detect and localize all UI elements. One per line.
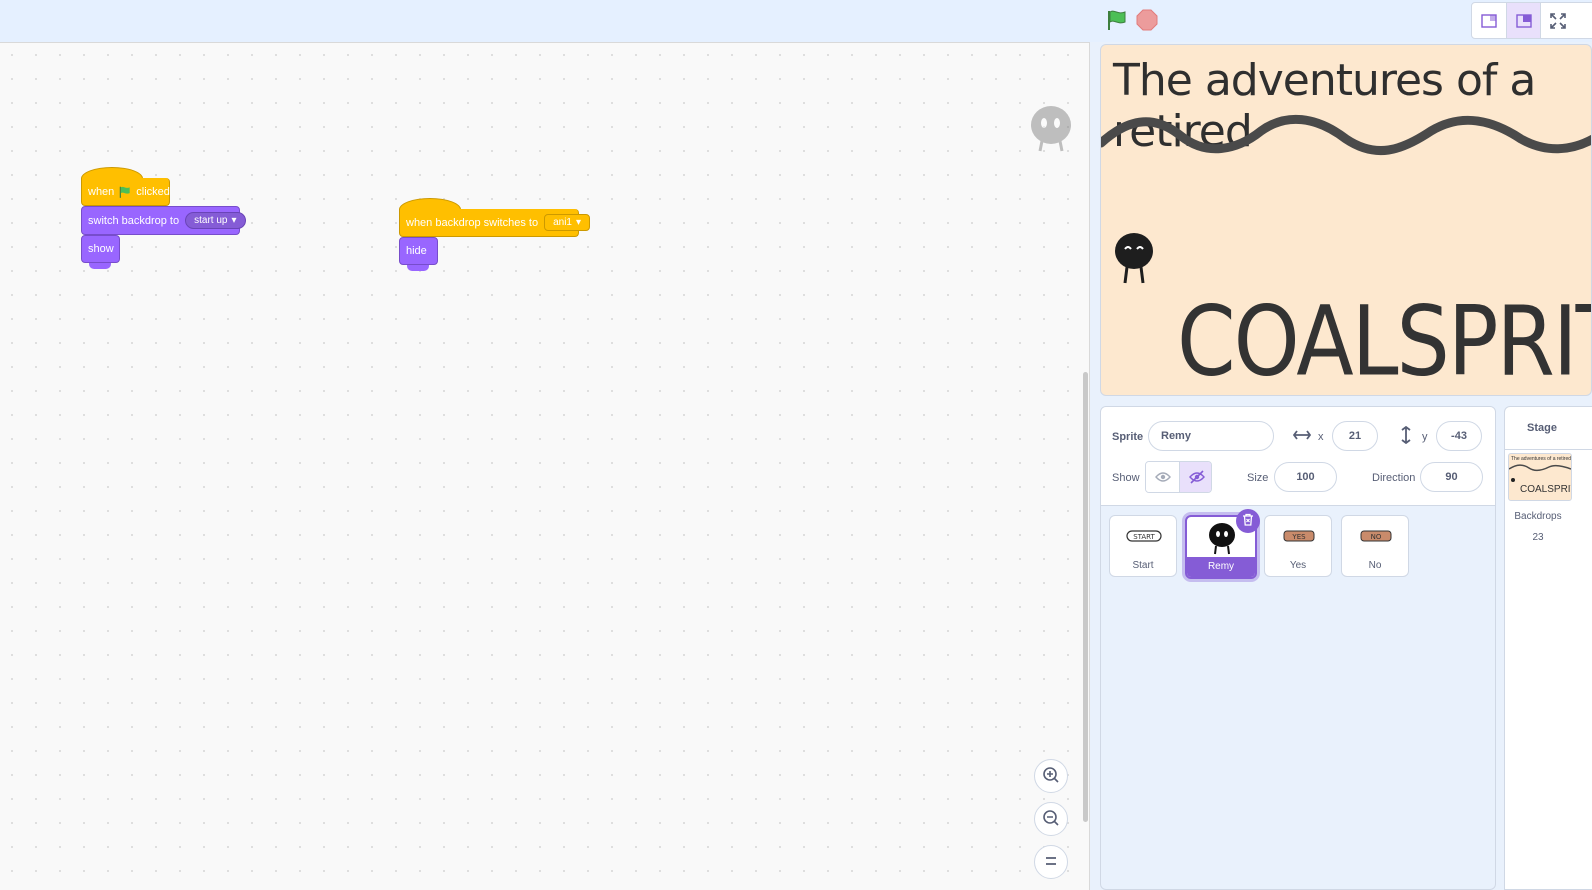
sprite-properties: Sprite Remy x 21 y -43 Show Size 100 Dir…: [1101, 407, 1495, 506]
y-label: y: [1422, 431, 1428, 443]
code-area[interactable]: when clicked switch backdrop to start up…: [0, 42, 1090, 890]
start-thumbnail-icon: START: [1126, 530, 1162, 542]
x-arrows-icon: [1292, 428, 1312, 445]
switch-backdrop-block[interactable]: switch backdrop to start up ▾: [81, 206, 246, 235]
stage-thumbnail-big-text: COALSPRITE: [1520, 484, 1571, 495]
svg-text:NO: NO: [1371, 533, 1382, 541]
sprite-tile-no[interactable]: NO No: [1341, 515, 1409, 577]
svg-text:START: START: [1133, 533, 1155, 541]
backdrop-dropdown[interactable]: start up ▾: [185, 212, 246, 229]
stage-thumbnail-title: The adventures of a retired: [1511, 456, 1572, 462]
yes-thumbnail-icon: YES: [1283, 530, 1315, 542]
zoom-out-button[interactable]: [1034, 802, 1068, 836]
stop-icon[interactable]: [1135, 8, 1159, 32]
sprite-watermark-icon: [1028, 103, 1074, 153]
zoom-in-button[interactable]: [1034, 759, 1068, 793]
stage-layout-toggle: [1471, 2, 1592, 39]
when-flag-clicked-block[interactable]: when clicked: [81, 178, 170, 206]
stage-big-text: COALSPRITE: [1177, 285, 1591, 396]
chevron-down-icon: ▾: [231, 215, 237, 226]
sprite-tile-label: No: [1368, 560, 1382, 571]
show-text: show: [88, 243, 114, 255]
when-backdrop-switches-block[interactable]: when backdrop switches to ani1 ▾: [399, 209, 591, 237]
hat-when-text: when: [88, 185, 115, 198]
direction-input[interactable]: 90: [1420, 462, 1483, 492]
size-input[interactable]: 100: [1274, 462, 1337, 492]
sprite-info-panel: Sprite Remy x 21 y -43 Show Size 100 Dir…: [1100, 406, 1496, 890]
eye-hidden-icon[interactable]: [1179, 462, 1211, 492]
sprite-tile-label: Remy: [1187, 557, 1255, 577]
top-toolbar: [0, 0, 1592, 42]
delete-sprite-button[interactable]: [1236, 509, 1260, 533]
sprite-tile-start[interactable]: START Start: [1109, 515, 1177, 577]
backdrop-switches-text: when backdrop switches to: [406, 216, 539, 229]
stage-selector-title: Stage: [1527, 422, 1557, 434]
stage-selector[interactable]: Stage The adventures of a retired COALSP…: [1504, 406, 1592, 890]
sprite-tile-label: Yes: [1289, 560, 1307, 571]
zoom-in-icon: [1042, 766, 1060, 787]
sprite-name-input[interactable]: Remy: [1148, 421, 1274, 451]
remy-thumbnail-icon: [1209, 523, 1235, 555]
y-arrows-icon: [1399, 425, 1413, 447]
sprite-tile-yes[interactable]: YES Yes: [1264, 515, 1332, 577]
backdrop-switches-value: ani1: [553, 217, 572, 228]
backdrops-label: Backdrops: [1514, 511, 1562, 522]
size-label: Size: [1247, 472, 1269, 484]
stage-wave-decoration: [1101, 114, 1591, 156]
direction-label: Direction: [1372, 472, 1416, 484]
no-thumbnail-icon: NO: [1360, 530, 1392, 542]
show-block[interactable]: show: [81, 235, 120, 263]
zoom-reset-icon: [1043, 855, 1059, 870]
sprite-tile-label: Start: [1132, 560, 1154, 571]
backdrops-count: 23: [1532, 532, 1544, 543]
trash-icon: [1242, 513, 1254, 529]
y-input[interactable]: -43: [1436, 421, 1482, 451]
green-flag-icon: [118, 185, 132, 199]
small-stage-icon[interactable]: [1472, 3, 1506, 38]
zoom-reset-button[interactable]: [1034, 845, 1068, 879]
sprite-label: Sprite: [1112, 431, 1144, 443]
eye-icon[interactable]: [1146, 462, 1179, 492]
normal-stage-icon[interactable]: [1506, 3, 1541, 38]
backdrop-dropdown-value: start up: [194, 215, 228, 226]
visibility-toggle: [1145, 461, 1212, 493]
stage-thumbnail[interactable]: The adventures of a retired COALSPRITE: [1508, 453, 1572, 501]
x-input[interactable]: 21: [1332, 421, 1378, 451]
hide-block[interactable]: hide: [399, 237, 438, 265]
zoom-out-icon: [1042, 809, 1060, 830]
chevron-down-icon: ▾: [575, 217, 582, 228]
coal-sprite-character[interactable]: [1113, 229, 1155, 288]
code-area-scrollbar[interactable]: [1083, 372, 1088, 822]
fullscreen-icon[interactable]: [1540, 3, 1575, 38]
hide-text: hide: [406, 245, 427, 257]
x-label: x: [1318, 431, 1324, 443]
show-label: Show: [1112, 472, 1140, 484]
svg-text:YES: YES: [1291, 533, 1306, 541]
stage-canvas[interactable]: The adventures of a retired COALSPRITE: [1100, 44, 1592, 396]
backdrop-switches-dropdown[interactable]: ani1 ▾: [544, 214, 591, 231]
switch-backdrop-text: switch backdrop to: [88, 214, 180, 227]
hat-clicked-text: clicked: [136, 185, 170, 198]
green-flag-icon[interactable]: [1105, 8, 1129, 32]
